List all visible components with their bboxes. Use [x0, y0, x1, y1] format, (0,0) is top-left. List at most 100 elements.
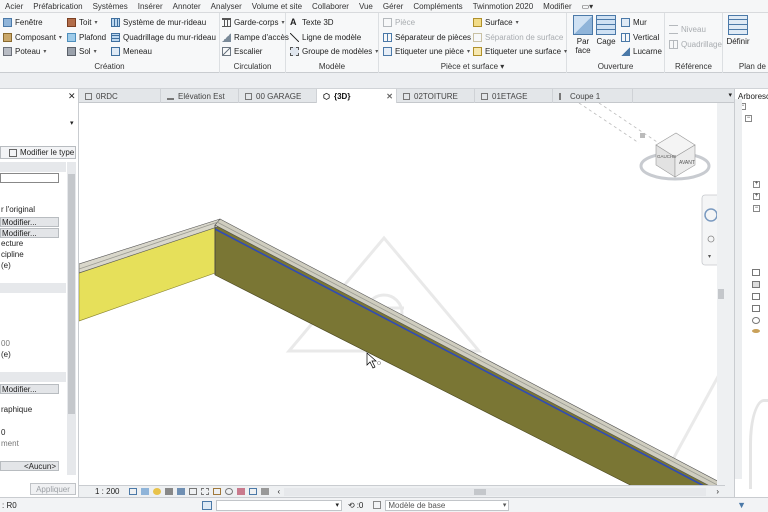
chevron-left-icon[interactable]: ‹	[277, 487, 280, 496]
ribbon-window-button[interactable]: Fenêtre	[3, 15, 43, 29]
tree-expand-icon[interactable]: +	[753, 181, 760, 188]
visual-style-icon[interactable]	[141, 488, 150, 495]
ribbon-column-button[interactable]: Poteau ▾	[3, 44, 46, 58]
workset-select[interactable]: ▾	[216, 499, 342, 511]
chevron-down-icon[interactable]: ▾	[500, 62, 504, 71]
scroll-thumb[interactable]	[68, 174, 75, 414]
browser-scrollbar[interactable]	[735, 99, 742, 479]
modify-button[interactable]: Modifier...	[0, 384, 59, 394]
modify-button[interactable]: Modifier...	[0, 228, 59, 238]
chevron-down-icon[interactable]: ▾	[70, 119, 74, 127]
tab-02toiture[interactable]: 02TOITURE	[397, 89, 475, 103]
viewcube[interactable]: AVANT GAUCHE	[639, 132, 711, 181]
tree-item-icon[interactable]	[752, 293, 760, 300]
ribbon-component-button[interactable]: Composant ▾	[3, 30, 62, 44]
ribbon-tag-area-button[interactable]: Etiqueter une surface ▾	[473, 44, 567, 58]
tab-elevation-est[interactable]: Elévation Est	[161, 89, 239, 103]
tree-item-icon[interactable]	[752, 269, 760, 276]
ribbon-area-button[interactable]: Surface ▾	[473, 15, 519, 29]
tree-expand-icon[interactable]: −	[753, 205, 760, 212]
editable-only-icon[interactable]: ⟲	[348, 501, 355, 510]
ribbon-room-button[interactable]: Pièce	[383, 15, 415, 29]
ribbon-grid-button[interactable]: Quadrillage	[669, 37, 722, 51]
close-icon[interactable]: ✕	[68, 91, 76, 102]
sun-path-icon[interactable]	[153, 488, 162, 495]
tab-01etage[interactable]: 01ETAGE	[475, 89, 553, 103]
scroll-thumb[interactable]	[718, 289, 724, 299]
section-header[interactable]	[0, 283, 66, 293]
ribbon-roof-button[interactable]: Toit ▾	[67, 15, 97, 29]
ribbon-model-line-button[interactable]: Ligne de modèle	[290, 30, 361, 44]
ribbon-level-button[interactable]: Niveau	[669, 22, 706, 36]
highlight-displacement-icon[interactable]	[261, 488, 270, 495]
menu-item-g-rer[interactable]: Gérer	[378, 2, 408, 11]
menu-item-analyser[interactable]: Analyser	[206, 2, 247, 11]
shadows-icon[interactable]	[165, 488, 174, 495]
field-input[interactable]	[0, 173, 59, 183]
ribbon-railing-button[interactable]: Garde-corps ▾	[222, 15, 284, 29]
design-options-icon[interactable]	[373, 501, 382, 509]
quick-access-dropdown-icon[interactable]: ▭▾	[577, 2, 599, 11]
apply-button[interactable]: Appliquer	[30, 483, 76, 495]
menu-item-ins-rer[interactable]: Insérer	[133, 2, 168, 11]
tree-item-icon[interactable]	[752, 305, 760, 312]
scrollbar[interactable]	[67, 162, 76, 475]
menu-item-acier[interactable]: Acier	[0, 2, 28, 11]
tree-item-icon[interactable]	[752, 281, 760, 288]
viewport-vertical-scrollbar[interactable]	[717, 103, 725, 485]
section-header[interactable]	[0, 162, 66, 172]
chevron-down-icon[interactable]: ▾	[728, 91, 732, 99]
tree-item-icon[interactable]	[752, 329, 760, 333]
3d-viewport[interactable]: AVANT GAUCHE ▾	[79, 103, 725, 485]
menu-item-pr-fabrication[interactable]: Préfabrication	[28, 2, 87, 11]
ribbon-ramp-button[interactable]: Rampe d'accès	[222, 30, 289, 44]
home-icon[interactable]	[640, 133, 645, 138]
ribbon-vertical-button[interactable]: Vertical	[621, 30, 659, 44]
phase-filter-select[interactable]: <Aucun>	[0, 461, 59, 471]
ribbon-wall-opening-button[interactable]: Mur	[621, 15, 647, 29]
menu-item-modifier[interactable]: Modifier	[538, 2, 576, 11]
menu-item-collaborer[interactable]: Collaborer	[307, 2, 354, 11]
tab-0rdc[interactable]: 0RDC	[79, 89, 161, 103]
menu-item-volume-et-site[interactable]: Volume et site	[247, 2, 307, 11]
tree-item-icon[interactable]	[752, 317, 760, 324]
menu-item-vue[interactable]: Vue	[354, 2, 378, 11]
tab-coupe-1[interactable]: Coupe 1	[553, 89, 633, 103]
ribbon-3d-text-button[interactable]: A Texte 3D	[290, 15, 334, 29]
ribbon-room-separator-button[interactable]: Séparateur de pièces	[383, 30, 471, 44]
chevron-right-icon[interactable]: ›	[716, 487, 719, 496]
filter-icon[interactable]: ▼	[737, 500, 746, 510]
scroll-thumb[interactable]	[474, 488, 487, 495]
ribbon-model-group-button[interactable]: Groupe de modèles ▾	[290, 44, 378, 58]
ribbon-floor-button[interactable]: Sol ▾	[67, 44, 97, 58]
ribbon-curtain-grid-button[interactable]: Quadrillage du mur-rideau	[111, 30, 216, 44]
scale-label[interactable]: 1 : 200	[95, 487, 119, 496]
menu-item-twinmotion-2020[interactable]: Twinmotion 2020	[468, 2, 538, 11]
ribbon-shaft-button[interactable]: Cage	[593, 15, 619, 46]
workset-icon[interactable]	[202, 500, 212, 510]
ribbon-curtain-system-button[interactable]: Système de mur-rideau	[111, 15, 206, 29]
modify-button[interactable]: Modifier...	[0, 217, 59, 227]
chevron-down-icon[interactable]: ▾	[708, 254, 711, 260]
ribbon-define-button[interactable]: Définir	[725, 15, 751, 46]
design-option-select[interactable]: Modèle de base ▾	[385, 499, 510, 511]
ribbon-dormer-button[interactable]: Lucarne	[621, 44, 662, 58]
tab-00-garage[interactable]: 00 GARAGE	[239, 89, 317, 103]
ribbon-tag-room-button[interactable]: Etiqueter une pièce ▾	[383, 44, 470, 58]
model-canvas[interactable]: AVANT GAUCHE ▾	[79, 103, 725, 485]
ribbon-ceiling-button[interactable]: Plafond	[67, 30, 106, 44]
tree-expand-icon[interactable]: +	[753, 193, 760, 200]
menu-item-annoter[interactable]: Annoter	[168, 2, 206, 11]
modify-type-button[interactable]: Modifier le type	[0, 146, 76, 159]
tab-3d[interactable]: ⬡ {3D} ✕	[317, 89, 397, 103]
detail-level-icon[interactable]	[129, 488, 138, 495]
horizontal-scrollbar[interactable]	[284, 487, 707, 496]
crop-view-icon[interactable]	[189, 488, 198, 495]
section-header[interactable]	[0, 372, 66, 382]
close-icon[interactable]: ✕	[386, 92, 396, 101]
analytical-model-icon[interactable]	[249, 488, 258, 495]
lock-view-icon[interactable]	[213, 488, 222, 495]
reveal-hidden-icon[interactable]	[237, 488, 246, 495]
ribbon-mullion-button[interactable]: Meneau	[111, 44, 152, 58]
menu-item-syst-mes[interactable]: Systèmes	[88, 2, 133, 11]
